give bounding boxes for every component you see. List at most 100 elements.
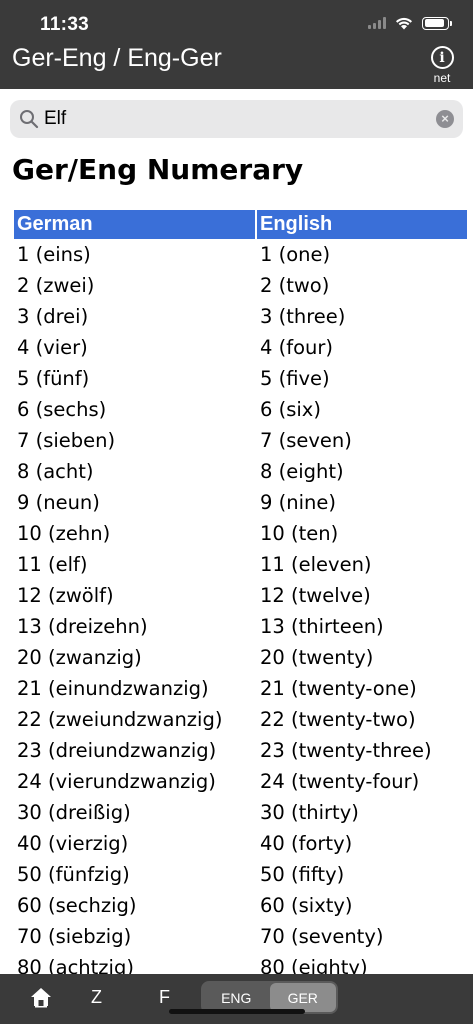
cell-english: 12 (twelve) — [260, 584, 371, 607]
cell-german: 60 (sechzig) — [17, 894, 137, 917]
search-bar: × — [0, 89, 473, 141]
table-row: 3 (drei) 3 (three) — [14, 301, 467, 332]
info-icon: i — [430, 46, 454, 69]
table-row: 11 (elf) 11 (eleven) — [14, 549, 467, 580]
cell-english: 5 (five) — [260, 367, 330, 390]
cell-english: 20 (twenty) — [260, 646, 374, 669]
cell-english: 60 (sixty) — [260, 894, 353, 917]
cell-english: 21 (twenty-one) — [260, 677, 417, 700]
cell-german: 6 (sechs) — [17, 398, 107, 421]
search-input[interactable] — [44, 100, 424, 138]
signal-icon — [368, 17, 386, 29]
table-row: 12 (zwölf) 12 (twelve) — [14, 580, 467, 611]
table-row: 9 (neun) 9 (nine) — [14, 487, 467, 518]
cell-german: 4 (vier) — [17, 336, 88, 359]
table-row: 80 (achtzig) 80 (eighty) — [14, 952, 467, 976]
info-button[interactable]: i net — [429, 46, 455, 86]
cell-german: 24 (vierundzwanzig) — [17, 770, 216, 793]
table-row: 6 (sechs) 6 (six) — [14, 394, 467, 425]
search-field[interactable]: × — [10, 100, 463, 138]
header-english: English — [257, 210, 467, 239]
cell-german: 1 (eins) — [17, 243, 91, 266]
table-row: 22 (zweiundzwanzig) 22 (twenty-two) — [14, 704, 467, 735]
cell-english: 1 (one) — [260, 243, 331, 266]
table-row: 1 (eins) 1 (one) — [14, 239, 467, 270]
table-row: 23 (dreiundzwanzig) 23 (twenty-three) — [14, 735, 467, 766]
bottom-toolbar: Z F ENG GER — [0, 974, 473, 1024]
cell-german: 70 (siebzig) — [17, 925, 132, 948]
cell-english: 6 (six) — [260, 398, 321, 421]
clear-icon[interactable]: × — [436, 110, 454, 128]
search-icon — [20, 110, 39, 129]
cell-english: 2 (two) — [260, 274, 330, 297]
page-title: Ger/Eng Numerary — [12, 153, 304, 186]
table-row: 21 (einundzwanzig) 21 (twenty-one) — [14, 673, 467, 704]
info-label: net — [433, 71, 451, 85]
table-row: 10 (zehn) 10 (ten) — [14, 518, 467, 549]
cell-german: 3 (drei) — [17, 305, 89, 328]
cell-english: 3 (three) — [260, 305, 346, 328]
status-icons — [368, 16, 452, 30]
cell-german: 8 (acht) — [17, 460, 94, 483]
header-german: German — [14, 210, 255, 239]
cell-german: 12 (zwölf) — [17, 584, 114, 607]
cell-german: 21 (einundzwanzig) — [17, 677, 209, 700]
cell-english: 40 (forty) — [260, 832, 353, 855]
cell-german: 5 (fünf) — [17, 367, 90, 390]
table-row: 24 (vierundzwanzig) 24 (twenty-four) — [14, 766, 467, 797]
cell-english: 10 (ten) — [260, 522, 339, 545]
home-icon[interactable] — [30, 986, 52, 1008]
cell-german: 13 (dreizehn) — [17, 615, 148, 638]
battery-icon — [422, 16, 452, 30]
cell-english: 4 (four) — [260, 336, 333, 359]
table-row: 50 (fünfzig) 50 (fifty) — [14, 859, 467, 890]
cell-german: 22 (zweiundzwanzig) — [17, 708, 223, 731]
numerary-table: German English 1 (eins) 1 (one) 2 (zwei) 2 … — [14, 210, 467, 976]
table-row: 20 (zwanzig) 20 (twenty) — [14, 642, 467, 673]
cell-english: 11 (eleven) — [260, 553, 372, 576]
cell-german: 40 (vierzig) — [17, 832, 129, 855]
table-row: 7 (sieben) 7 (seven) — [14, 425, 467, 456]
cell-german: 30 (dreißig) — [17, 801, 131, 824]
table-row: 8 (acht) 8 (eight) — [14, 456, 467, 487]
cell-english: 8 (eight) — [260, 460, 344, 483]
table-row: 4 (vier) 4 (four) — [14, 332, 467, 363]
f-button[interactable]: F — [159, 987, 170, 1008]
cell-english: 22 (twenty-two) — [260, 708, 416, 731]
table-row: 70 (siebzig) 70 (seventy) — [14, 921, 467, 952]
table-body: 1 (eins) 1 (one) 2 (zwei) 2 (two) 3 (drei) 3 … — [14, 239, 467, 976]
cell-english: 70 (seventy) — [260, 925, 384, 948]
home-indicator — [169, 1009, 305, 1014]
z-button[interactable]: Z — [91, 987, 102, 1008]
wifi-icon — [396, 17, 412, 30]
cell-german: 11 (elf) — [17, 553, 88, 576]
cell-german: 20 (zwanzig) — [17, 646, 142, 669]
table-header: German English — [14, 210, 467, 239]
cell-english: 24 (twenty-four) — [260, 770, 420, 793]
cell-german: 23 (dreiundzwanzig) — [17, 739, 217, 762]
cell-english: 7 (seven) — [260, 429, 352, 452]
status-time: 11:33 — [40, 14, 90, 35]
cell-german: 50 (fünfzig) — [17, 863, 130, 886]
table-row: 5 (fünf) 5 (five) — [14, 363, 467, 394]
segment-ger[interactable]: GER — [269, 983, 336, 1012]
cell-german: 80 (achtzig) — [17, 956, 134, 976]
app: 11:33 Ger-Eng / Eng-Ger i net × — [0, 0, 473, 1024]
table-row: 40 (vierzig) 40 (forty) — [14, 828, 467, 859]
cell-english: 80 (eighty) — [260, 956, 368, 976]
cell-german: 2 (zwei) — [17, 274, 95, 297]
cell-german: 7 (sieben) — [17, 429, 116, 452]
table-row: 60 (sechzig) 60 (sixty) — [14, 890, 467, 921]
cell-english: 9 (nine) — [260, 491, 336, 514]
cell-german: 10 (zehn) — [17, 522, 111, 545]
cell-english: 13 (thirteen) — [260, 615, 384, 638]
top-bar: 11:33 Ger-Eng / Eng-Ger i net — [0, 0, 473, 89]
cell-english: 30 (thirty) — [260, 801, 359, 824]
content-area: Ger/Eng Numerary German English 1 (eins)… — [0, 141, 473, 976]
segment-eng[interactable]: ENG — [203, 983, 270, 1012]
cell-english: 23 (twenty-three) — [260, 739, 432, 762]
cell-english: 50 (fifty) — [260, 863, 345, 886]
nav-title: Ger-Eng / Eng-Ger — [12, 44, 222, 72]
table-row: 13 (dreizehn) 13 (thirteen) — [14, 611, 467, 642]
table-row: 30 (dreißig) 30 (thirty) — [14, 797, 467, 828]
